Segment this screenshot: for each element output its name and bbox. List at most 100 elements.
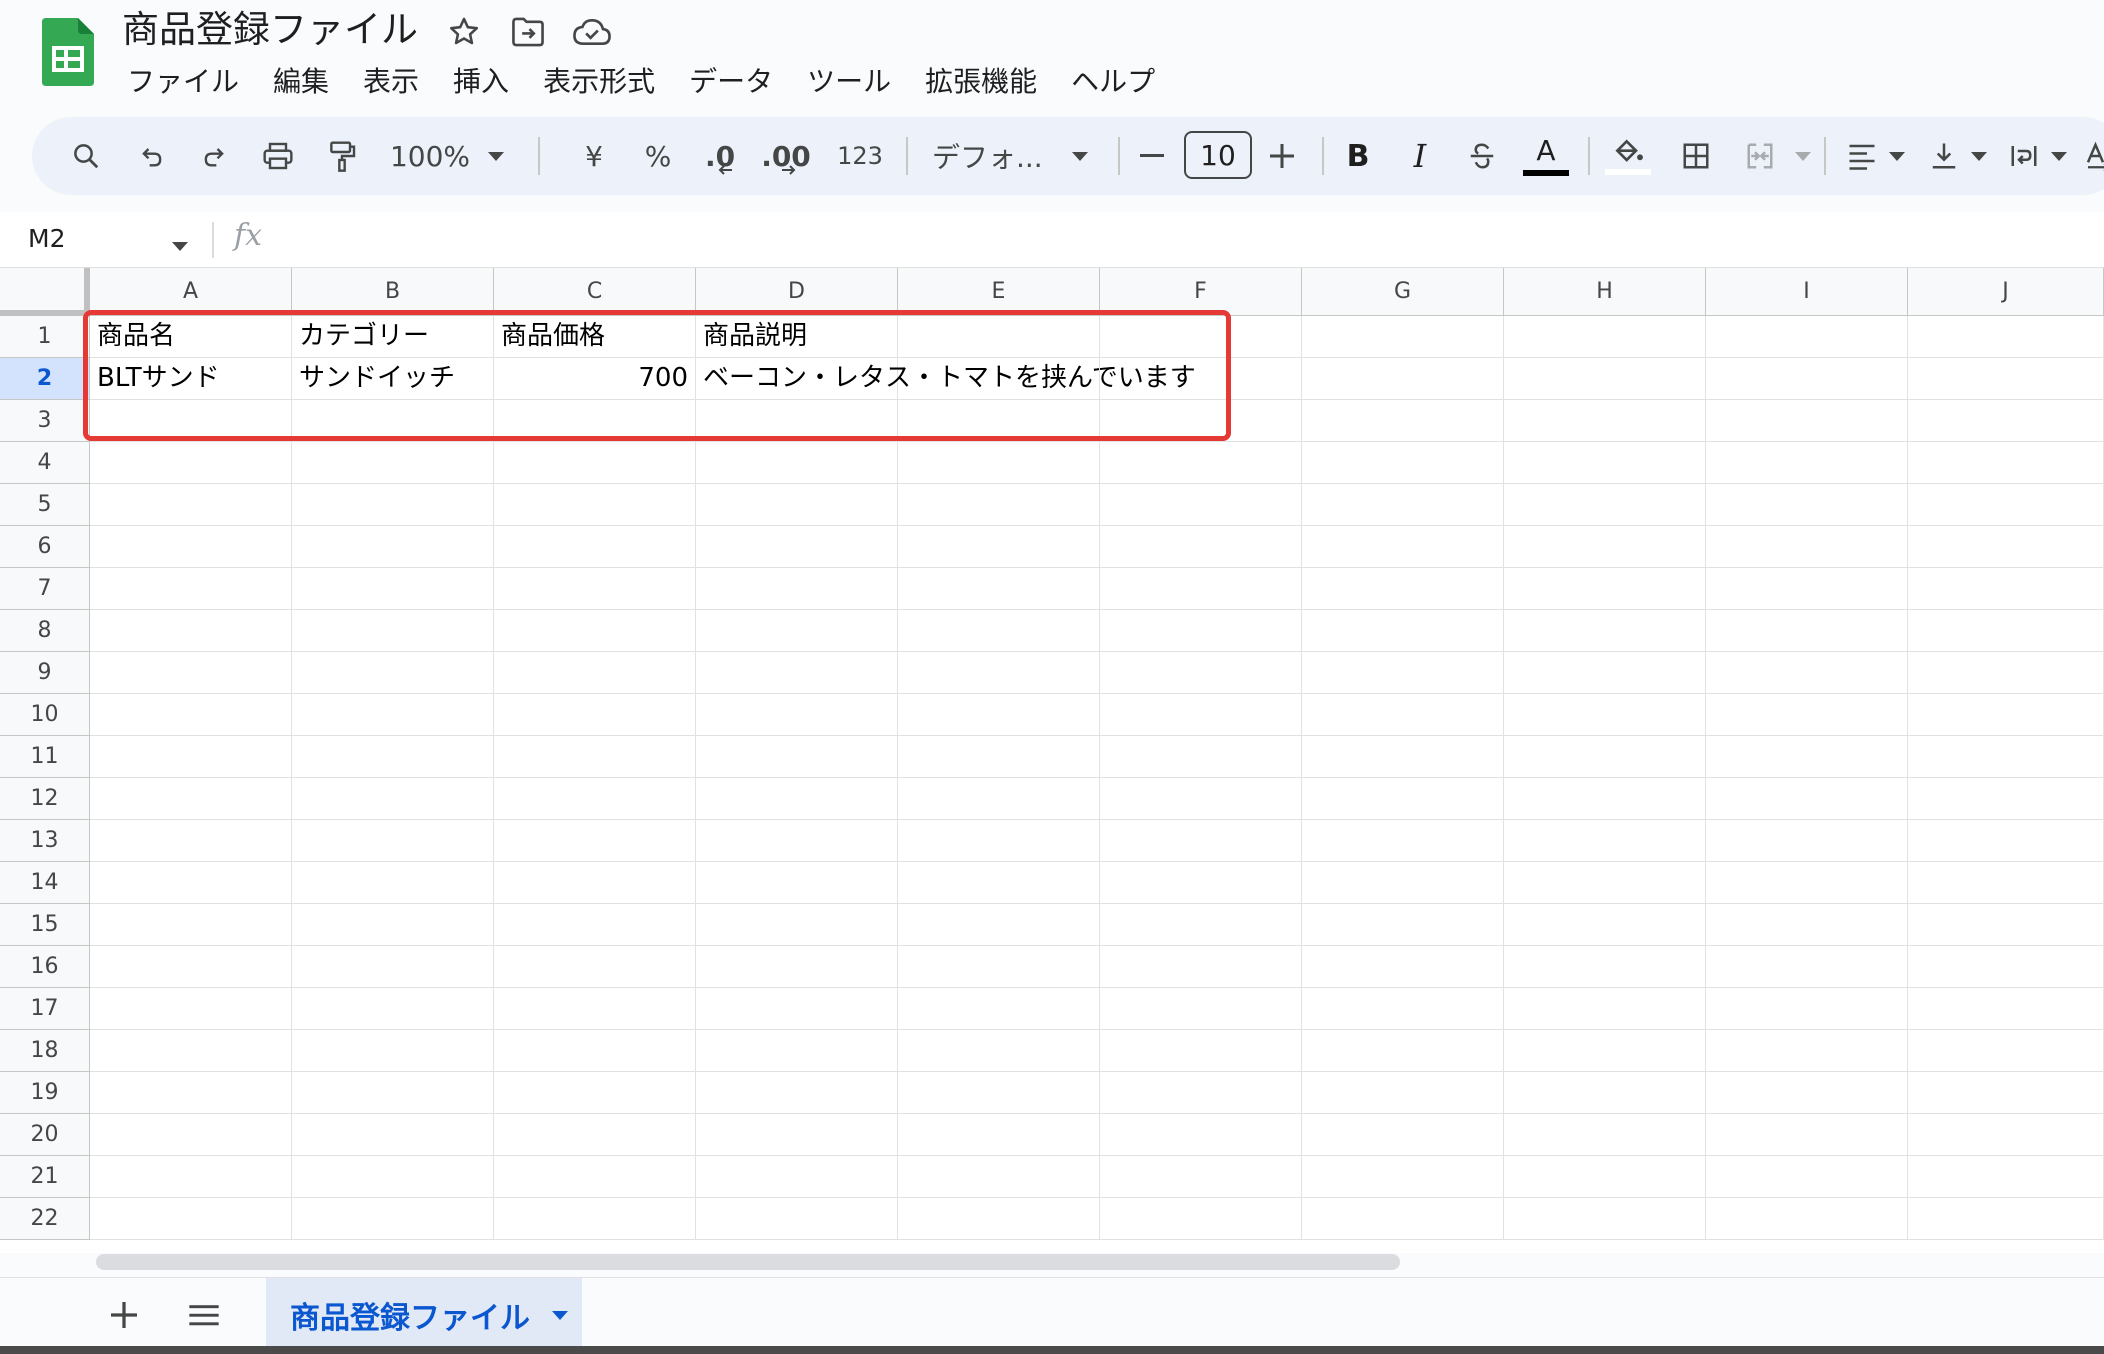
row-header-3[interactable]: 3 — [0, 400, 90, 442]
cell-b6[interactable] — [292, 526, 494, 568]
cell-c4[interactable] — [494, 442, 696, 484]
cell-i13[interactable] — [1706, 820, 1908, 862]
row-header-7[interactable]: 7 — [0, 568, 90, 610]
menu-format[interactable]: 表示形式 — [526, 59, 672, 105]
cell-h5[interactable] — [1504, 484, 1706, 526]
cell-d15[interactable] — [696, 904, 898, 946]
cell-d2[interactable]: ベーコン・レタス・トマトを挟んでいます — [696, 358, 1196, 400]
merge-caret-icon[interactable] — [1792, 117, 1814, 195]
cell-a11[interactable] — [90, 736, 292, 778]
cell-d12[interactable] — [696, 778, 898, 820]
merge-cells-icon[interactable] — [1736, 117, 1784, 195]
cell-h3[interactable] — [1504, 400, 1706, 442]
cell-e10[interactable] — [898, 694, 1100, 736]
column-header-i[interactable]: I — [1706, 268, 1908, 316]
cell-j4[interactable] — [1908, 442, 2104, 484]
cell-a16[interactable] — [90, 946, 292, 988]
cell-i6[interactable] — [1706, 526, 1908, 568]
row-header-15[interactable]: 15 — [0, 904, 90, 946]
cell-g3[interactable] — [1302, 400, 1504, 442]
cell-h1[interactable] — [1504, 316, 1706, 358]
cell-d13[interactable] — [696, 820, 898, 862]
cell-i16[interactable] — [1706, 946, 1908, 988]
cell-f20[interactable] — [1100, 1114, 1302, 1156]
cell-e1[interactable] — [898, 316, 1100, 358]
column-header-d[interactable]: D — [696, 268, 898, 316]
font-size-decrease-button[interactable] — [1132, 117, 1172, 195]
cell-g18[interactable] — [1302, 1030, 1504, 1072]
cell-f13[interactable] — [1100, 820, 1302, 862]
cell-h15[interactable] — [1504, 904, 1706, 946]
zoom-value[interactable]: 100% — [388, 117, 472, 195]
column-header-b[interactable]: B — [292, 268, 494, 316]
cell-c14[interactable] — [494, 862, 696, 904]
text-color-button[interactable]: A — [1522, 117, 1570, 195]
all-sheets-menu-icon[interactable] — [184, 1290, 224, 1340]
row-header-10[interactable]: 10 — [0, 694, 90, 736]
row-header-9[interactable]: 9 — [0, 652, 90, 694]
sheet-grid[interactable]: A B C D E F G H I J 1 2 3 4 5 6 7 8 9 10 11 12 13 14 1… — [0, 268, 2104, 1253]
cell-f1[interactable] — [1100, 316, 1302, 358]
cell-g6[interactable] — [1302, 526, 1504, 568]
cell-i12[interactable] — [1706, 778, 1908, 820]
cell-d19[interactable] — [696, 1072, 898, 1114]
cell-a4[interactable] — [90, 442, 292, 484]
cell-c1[interactable]: 商品価格 — [494, 316, 696, 358]
strikethrough-icon[interactable] — [1460, 117, 1504, 195]
cell-i17[interactable] — [1706, 988, 1908, 1030]
cell-g15[interactable] — [1302, 904, 1504, 946]
cell-j21[interactable] — [1908, 1156, 2104, 1198]
cloud-saved-icon[interactable] — [572, 12, 612, 52]
column-header-g[interactable]: G — [1302, 268, 1504, 316]
cell-g20[interactable] — [1302, 1114, 1504, 1156]
cell-e16[interactable] — [898, 946, 1100, 988]
cell-e3[interactable] — [898, 400, 1100, 442]
cell-b7[interactable] — [292, 568, 494, 610]
cell-b10[interactable] — [292, 694, 494, 736]
cell-e15[interactable] — [898, 904, 1100, 946]
row-header-18[interactable]: 18 — [0, 1030, 90, 1072]
cell-c10[interactable] — [494, 694, 696, 736]
move-to-folder-icon[interactable] — [508, 12, 548, 52]
cell-c7[interactable] — [494, 568, 696, 610]
cell-c20[interactable] — [494, 1114, 696, 1156]
cell-j7[interactable] — [1908, 568, 2104, 610]
menu-file[interactable]: ファイル — [110, 59, 256, 105]
name-box-caret-icon[interactable] — [172, 236, 188, 255]
cell-f15[interactable] — [1100, 904, 1302, 946]
cell-i20[interactable] — [1706, 1114, 1908, 1156]
cell-a6[interactable] — [90, 526, 292, 568]
cell-f19[interactable] — [1100, 1072, 1302, 1114]
cell-d5[interactable] — [696, 484, 898, 526]
row-header-5[interactable]: 5 — [0, 484, 90, 526]
cell-i19[interactable] — [1706, 1072, 1908, 1114]
text-wrap-icon[interactable] — [2002, 117, 2046, 195]
cell-c22[interactable] — [494, 1198, 696, 1240]
cell-j12[interactable] — [1908, 778, 2104, 820]
cell-c16[interactable] — [494, 946, 696, 988]
row-header-6[interactable]: 6 — [0, 526, 90, 568]
cell-a9[interactable] — [90, 652, 292, 694]
cell-i2[interactable] — [1706, 358, 1908, 400]
cell-c15[interactable] — [494, 904, 696, 946]
cell-c8[interactable] — [494, 610, 696, 652]
cell-d1[interactable]: 商品説明 — [696, 316, 898, 358]
column-header-f[interactable]: F — [1100, 268, 1302, 316]
cell-a18[interactable] — [90, 1030, 292, 1072]
row-header-13[interactable]: 13 — [0, 820, 90, 862]
cell-c2[interactable]: 700 — [494, 358, 696, 400]
cell-e4[interactable] — [898, 442, 1100, 484]
cell-j8[interactable] — [1908, 610, 2104, 652]
undo-icon[interactable] — [130, 117, 174, 195]
vertical-align-icon[interactable] — [1922, 117, 1966, 195]
cell-j3[interactable] — [1908, 400, 2104, 442]
cell-c19[interactable] — [494, 1072, 696, 1114]
cell-i11[interactable] — [1706, 736, 1908, 778]
cell-j2[interactable] — [1908, 358, 2104, 400]
cell-h22[interactable] — [1504, 1198, 1706, 1240]
cell-b21[interactable] — [292, 1156, 494, 1198]
cell-d17[interactable] — [696, 988, 898, 1030]
cell-c5[interactable] — [494, 484, 696, 526]
currency-format-button[interactable]: ¥ — [574, 117, 614, 195]
cell-h4[interactable] — [1504, 442, 1706, 484]
